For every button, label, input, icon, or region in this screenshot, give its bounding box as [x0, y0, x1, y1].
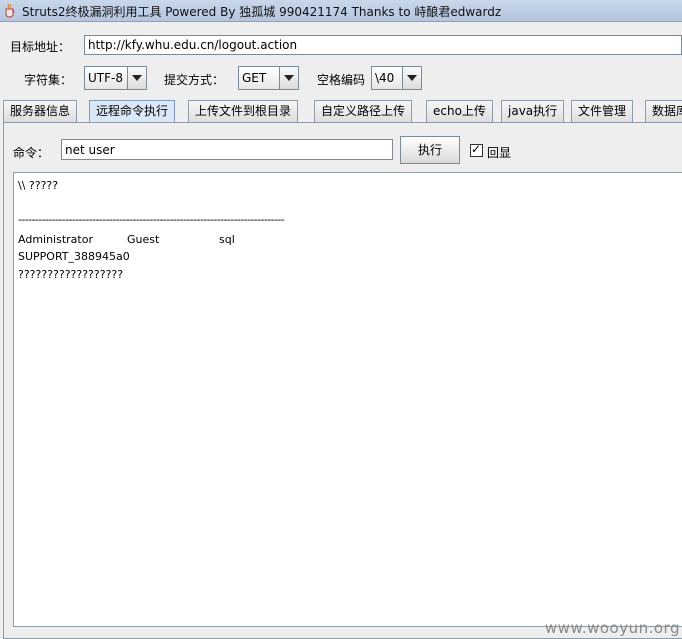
method-value: GET [242, 71, 267, 85]
title-bar: Struts2终极漏洞利用工具 Powered By 独孤城 990421174… [0, 0, 682, 22]
charset-label: 字符集： [24, 73, 73, 87]
method-label: 提交方式： [164, 73, 225, 87]
output-line-host: \\ ????? [18, 179, 59, 192]
tab-file-manager[interactable]: 文件管理 [571, 100, 634, 122]
tab-upload-root[interactable]: 上传文件到根目录 [188, 100, 299, 122]
command-label: 命令： [13, 146, 50, 160]
command-output-area[interactable]: \\ ????? -------------------------------… [13, 172, 682, 627]
output-line-support: SUPPORT_388945a0 [18, 250, 130, 263]
space-encoding-select[interactable]: \40 [371, 66, 422, 90]
window-title: Struts2终极漏洞利用工具 Powered By 独孤城 990421174… [22, 5, 502, 19]
output-separator: ----------------------------------------… [18, 213, 285, 226]
target-url-label: 目标地址： [10, 40, 71, 54]
output-line-status: ?????????????????? [18, 268, 124, 281]
tab-strip: 服务器信息 远程命令执行 上传文件到根目录 自定义路径上传 echo上传 jav… [0, 100, 682, 123]
output-user: sql [219, 233, 235, 246]
tab-server-info[interactable]: 服务器信息 [3, 100, 78, 122]
tab-remote-command[interactable]: 远程命令执行 [89, 100, 176, 123]
target-url-input[interactable] [84, 35, 682, 55]
watermark: www.wooyun.org [544, 619, 680, 637]
output-user: Guest [127, 233, 160, 246]
charset-value: UTF-8 [88, 71, 123, 85]
echo-checkbox[interactable]: ✓ [470, 142, 483, 157]
execute-button[interactable]: 执行 [400, 136, 460, 164]
echo-label: 回显 [487, 146, 512, 160]
java-cup-icon [5, 3, 15, 18]
chevron-down-icon [407, 75, 417, 81]
charset-dropdown-button[interactable] [127, 67, 146, 89]
space-encoding-dropdown-button[interactable] [402, 67, 421, 89]
command-input[interactable] [61, 139, 393, 160]
space-encoding-value: \40 [375, 71, 395, 85]
tab-database[interactable]: 数据库 [645, 100, 682, 122]
chevron-down-icon [132, 75, 142, 81]
charset-select[interactable]: UTF-8 [84, 66, 147, 90]
output-user: Administrator [18, 233, 93, 246]
chevron-down-icon [284, 75, 294, 81]
tab-custom-path-upload[interactable]: 自定义路径上传 [314, 100, 413, 122]
tab-echo-upload[interactable]: echo上传 [426, 100, 493, 122]
method-select[interactable]: GET [238, 66, 299, 90]
method-dropdown-button[interactable] [279, 67, 298, 89]
checkmark-icon: ✓ [471, 142, 482, 156]
space-encoding-label: 空格编码 [317, 73, 366, 87]
tab-java-exec[interactable]: java执行 [501, 100, 565, 122]
